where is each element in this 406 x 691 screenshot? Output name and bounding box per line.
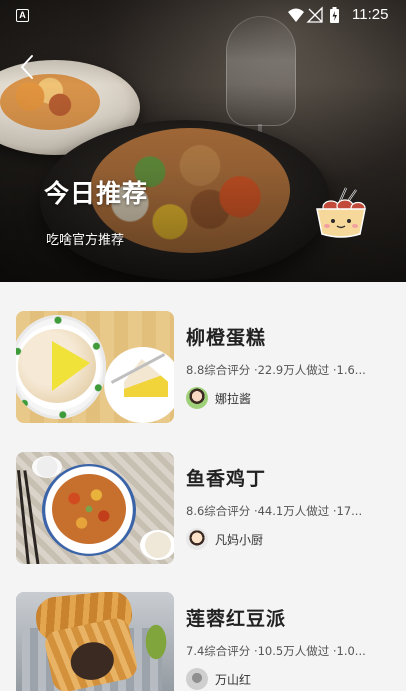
battery-charging-icon <box>330 7 339 23</box>
status-bar: A 11:25 <box>0 0 406 30</box>
author-avatar <box>186 387 208 409</box>
recipe-card[interactable]: 柳橙蛋糕 8.8综合评分 ·22.9万人做过 ·1.6... 娜拉酱 <box>16 311 396 425</box>
status-time: 11:25 <box>352 6 389 23</box>
recipe-title: 柳橙蛋糕 <box>186 327 267 349</box>
recipe-title: 鱼香鸡丁 <box>186 468 267 490</box>
lotus-redbean-pie-image <box>16 592 174 691</box>
page-subtitle: 吃啥官方推荐 <box>46 233 125 248</box>
author-avatar <box>186 528 208 550</box>
hero-banner: A 11:25 今日推荐 吃啥官方推荐 <box>0 0 406 282</box>
recipe-card[interactable]: 莲蓉红豆派 7.4综合评分 ·10.5万人做过 ·1.0... 万山红 <box>16 592 396 691</box>
recipe-card[interactable]: 鱼香鸡丁 8.6综合评分 ·44.1万人做过 ·17... 凡妈小厨 <box>16 452 396 566</box>
recipe-meta: 8.8综合评分 ·22.9万人做过 ·1.6... <box>186 363 366 377</box>
notification-icon: A <box>16 9 29 22</box>
yuxiang-chicken-image <box>16 452 174 564</box>
cellular-icon <box>306 6 323 23</box>
wifi-icon <box>288 8 304 22</box>
recipe-meta: 8.6综合评分 ·44.1万人做过 ·17... <box>186 504 363 518</box>
recipe-meta: 7.4综合评分 ·10.5万人做过 ·1.0... <box>186 644 366 658</box>
chevron-left-icon <box>20 55 33 79</box>
back-button[interactable] <box>16 52 40 82</box>
page-title: 今日推荐 <box>44 179 149 208</box>
author-avatar <box>186 668 208 690</box>
status-icons <box>288 6 339 23</box>
author-name: 凡妈小厨 <box>215 533 264 547</box>
recipe-title: 莲蓉红豆派 <box>186 608 287 630</box>
author-name: 万山红 <box>215 673 252 687</box>
author-name: 娜拉酱 <box>215 392 252 406</box>
orange-cake-image <box>16 311 174 423</box>
takoyaki-mascot-icon <box>316 187 366 238</box>
